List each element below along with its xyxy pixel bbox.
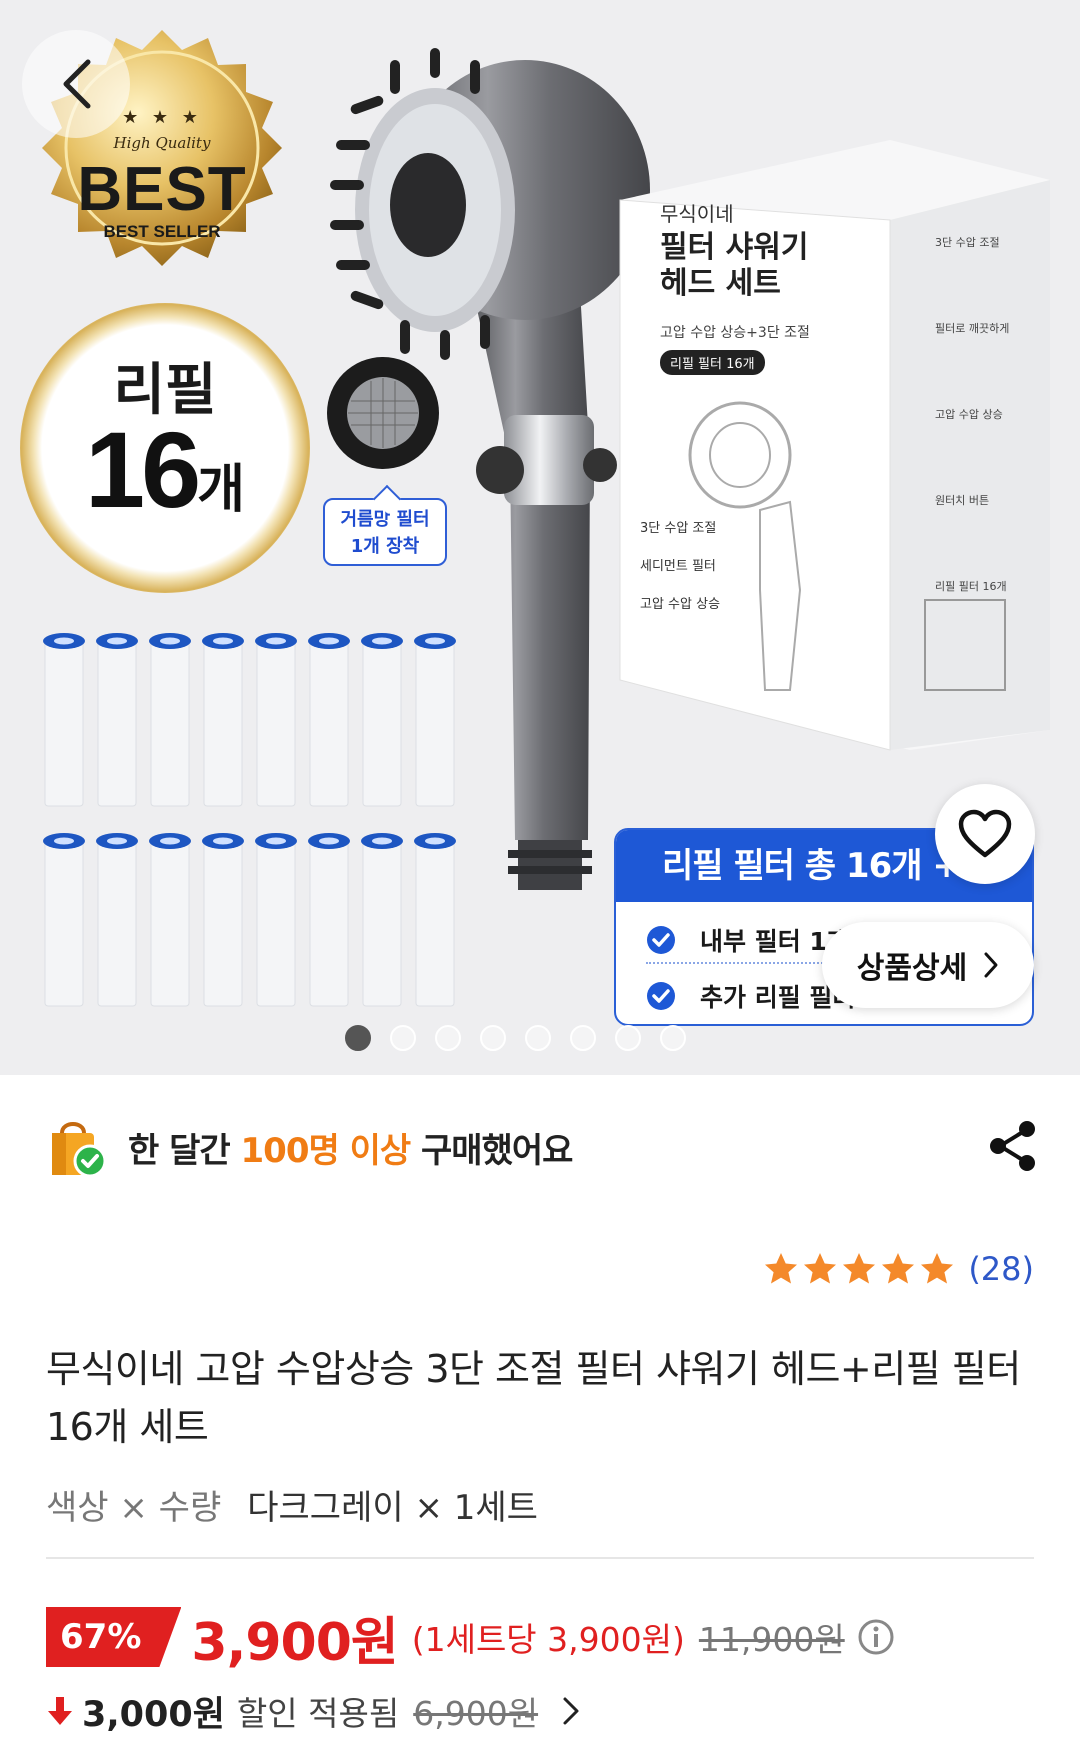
refill-filter-cartridge bbox=[414, 633, 456, 807]
mesh-callout-line1: 거름망 필터 bbox=[340, 509, 430, 530]
option-label: 색상 × 수량 bbox=[46, 1488, 222, 1528]
check-circle-icon bbox=[647, 982, 675, 1010]
refill-filter-cartridge bbox=[308, 633, 350, 807]
rating-summary[interactable]: (28) bbox=[763, 1246, 1034, 1292]
mesh-filter-image bbox=[327, 357, 439, 469]
refill-filter-cartridge bbox=[255, 633, 297, 807]
carousel-dot[interactable] bbox=[570, 1025, 596, 1051]
refill-count-badge: 리필 16개 bbox=[20, 303, 310, 593]
selected-option: 색상 × 수량 다크그레이 × 1세트 bbox=[46, 1480, 538, 1529]
refill-filter-cartridge bbox=[202, 833, 244, 1007]
refill-filter-cartridge bbox=[361, 833, 403, 1007]
carousel-dot[interactable] bbox=[525, 1025, 551, 1051]
down-arrow-icon bbox=[48, 1697, 72, 1725]
box-feature: 3단 수압 조절 bbox=[640, 521, 717, 536]
box-title-line2: 헤드 세트 bbox=[660, 266, 781, 301]
star-icon bbox=[804, 1253, 837, 1284]
back-button[interactable] bbox=[22, 30, 130, 138]
shopping-bag-check-icon bbox=[52, 1122, 107, 1178]
unit-price: (1세트당 3,900원) bbox=[411, 1620, 685, 1659]
coupon-previous-price: 6,900원 bbox=[413, 1694, 539, 1733]
final-price: 3,900원 bbox=[191, 1612, 398, 1673]
refill-badge-count: 16개 bbox=[20, 407, 310, 532]
option-value: 다크그레이 × 1세트 bbox=[247, 1488, 538, 1528]
refill-filter-cartridge bbox=[149, 833, 191, 1007]
mesh-filter-callout: 거름망 필터 1개 장착 bbox=[323, 498, 447, 566]
coupon-amount: 3,000원 bbox=[82, 1694, 225, 1735]
star-icon bbox=[882, 1253, 915, 1284]
product-box-image: 무식이네 필터 샤워기 헤드 세트 고압 수압 상승+3단 조절 리필 필터 1… bbox=[600, 110, 1050, 760]
refill-card-row: 내부 필터 1개 bbox=[646, 920, 850, 960]
heart-icon bbox=[958, 809, 1012, 858]
product-title: 무식이네 고압 수압상승 3단 조절 필터 샤워기 헤드+리필 필터 16개 세… bbox=[46, 1347, 1021, 1449]
social-proof-highlight: 100명 이상 bbox=[240, 1130, 412, 1171]
refill-filter-cartridge bbox=[96, 633, 138, 807]
box-feature: 세디먼트 필터 bbox=[640, 559, 716, 574]
discount-badge: 67% bbox=[46, 1607, 181, 1667]
refill-badge-number: 16 bbox=[85, 409, 201, 530]
price-row: 67% 3,900원 (1세트당 3,900원) 11,900원 bbox=[46, 1604, 895, 1673]
purchase-social-proof: 한 달간 100명 이상 구매했어요 bbox=[46, 1112, 1040, 1182]
box-tag: 리필 필터 16개 bbox=[660, 350, 765, 375]
rating-stars bbox=[763, 1251, 958, 1287]
carousel-dot[interactable] bbox=[615, 1025, 641, 1051]
share-icon[interactable] bbox=[984, 1118, 1040, 1174]
refill-filter-cartridge bbox=[43, 833, 85, 1007]
badge-seller-text: BEST SELLER bbox=[103, 222, 221, 241]
box-title-line1: 필터 샤워기 bbox=[660, 230, 809, 265]
box-title: 필터 샤워기 헤드 세트 bbox=[660, 230, 808, 302]
check-circle-icon bbox=[647, 926, 675, 954]
original-price: 11,900원 bbox=[698, 1620, 845, 1659]
box-feature-list: 3단 수압 조절 세디먼트 필터 고압 수압 상승 bbox=[640, 510, 720, 624]
chevron-right-icon bbox=[984, 952, 998, 978]
badge-best-text: BEST bbox=[77, 155, 247, 224]
product-detail-button[interactable]: 상품상세 bbox=[822, 922, 1034, 1008]
review-count[interactable]: (28) bbox=[968, 1250, 1034, 1288]
product-detail-label: 상품상세 bbox=[856, 951, 968, 986]
star-icon bbox=[921, 1253, 954, 1284]
social-proof-prefix: 한 달간 bbox=[128, 1130, 241, 1171]
refill-filter-cartridge bbox=[308, 833, 350, 1007]
refill-card-row: 추가 리필 필터 bbox=[646, 976, 855, 1016]
refill-filter-cartridge bbox=[43, 633, 85, 807]
carousel-pagination[interactable] bbox=[345, 1024, 705, 1052]
carousel-dot[interactable] bbox=[480, 1025, 506, 1051]
refill-filter-cartridge bbox=[202, 633, 244, 807]
coupon-label: 할인 적용됨 bbox=[236, 1694, 400, 1733]
carousel-dot[interactable] bbox=[435, 1025, 461, 1051]
refill-filter-cartridge bbox=[414, 833, 456, 1007]
social-proof-suffix: 구매했어요 bbox=[410, 1130, 573, 1171]
carousel-dot[interactable] bbox=[390, 1025, 416, 1051]
box-brand: 무식이네 bbox=[660, 202, 734, 226]
box-side-features: 3단 수압 조절 필터로 깨끗하게 고압 수압 상승 원터치 버튼 리필 필터 … bbox=[935, 200, 1009, 630]
refill-filter-cartridge bbox=[255, 833, 297, 1007]
box-side-feature: 3단 수압 조절 bbox=[935, 236, 1000, 249]
section-divider bbox=[46, 1557, 1034, 1559]
box-side-feature: 원터치 버튼 bbox=[935, 494, 990, 507]
box-side-feature: 필터로 깨끗하게 bbox=[935, 322, 1010, 335]
carousel-dot[interactable] bbox=[660, 1025, 686, 1051]
refill-filter-cartridge bbox=[149, 633, 191, 807]
star-icon bbox=[765, 1253, 798, 1284]
product-image-carousel[interactable]: 무식이네 필터 샤워기 헤드 세트 고압 수압 상승+3단 조절 리필 필터 1… bbox=[0, 0, 1080, 1075]
star-icon bbox=[843, 1253, 876, 1284]
mesh-callout-line2: 1개 장착 bbox=[350, 536, 420, 557]
chevron-right-icon bbox=[563, 1697, 579, 1725]
social-proof-text: 한 달간 100명 이상 구매했어요 bbox=[128, 1123, 573, 1172]
coupon-discount-row[interactable]: 3,000원 할인 적용됨 6,900원 bbox=[46, 1686, 582, 1736]
info-icon[interactable] bbox=[857, 1618, 895, 1656]
box-feature: 고압 수압 상승 bbox=[640, 597, 721, 612]
refill-filter-cartridge bbox=[361, 633, 403, 807]
chevron-left-icon bbox=[63, 59, 91, 109]
box-subtitle: 고압 수압 상승+3단 조절 bbox=[660, 325, 810, 341]
badge-quality-text: High Quality bbox=[113, 134, 211, 152]
refill-filter-cartridge bbox=[96, 833, 138, 1007]
box-side-feature: 리필 필터 16개 bbox=[935, 580, 1007, 593]
carousel-dot[interactable] bbox=[345, 1025, 371, 1051]
box-side-feature: 고압 수압 상승 bbox=[935, 408, 1003, 421]
wishlist-button[interactable] bbox=[935, 784, 1035, 884]
refill-badge-unit: 개 bbox=[197, 460, 245, 520]
